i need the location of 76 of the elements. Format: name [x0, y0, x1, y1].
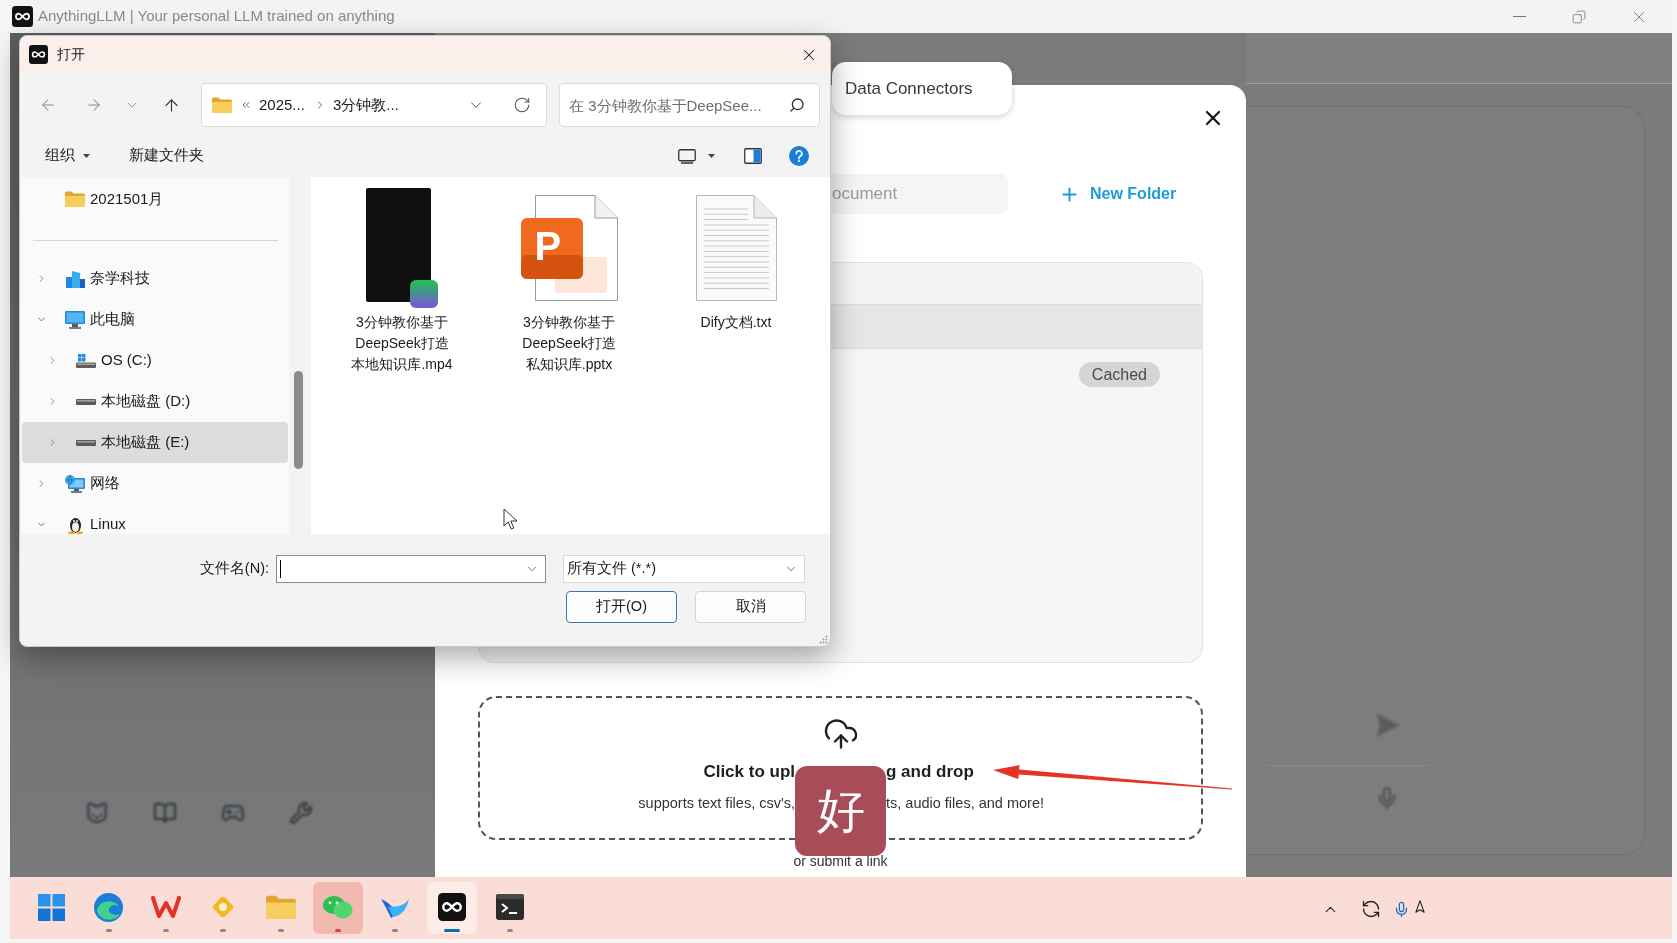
- wrench-icon[interactable]: [289, 801, 313, 825]
- text-file-icon: [695, 195, 777, 301]
- quick-access-item[interactable]: 2021501月: [22, 179, 288, 219]
- cloud-upload-icon: [822, 716, 859, 752]
- search-field[interactable]: ocument: [831, 174, 1008, 214]
- reaction-sticker: 好: [795, 766, 886, 856]
- four-squares-icon: [38, 893, 66, 921]
- upload-hint: ts, audio files, and more!: [886, 794, 1044, 813]
- resize-grip-icon[interactable]: [819, 635, 828, 644]
- terminal-icon: [495, 894, 524, 920]
- infinity-logo-icon: [438, 893, 467, 921]
- drive-icon: [76, 439, 96, 446]
- file-item[interactable]: 3分钟教你基于DeepSeek打造本地知识库.mp4: [332, 189, 472, 375]
- microphone-icon[interactable]: [1393, 900, 1410, 918]
- status-badge: Cached: [1078, 362, 1160, 387]
- network-icon: [65, 474, 85, 493]
- restore-icon: [1572, 9, 1586, 24]
- sync-icon[interactable]: [1361, 899, 1381, 919]
- dialog-button[interactable]: 打开(O): [566, 591, 677, 623]
- app-badge-icon: [410, 280, 438, 308]
- help-icon[interactable]: [789, 146, 809, 166]
- text-caret: [280, 560, 281, 578]
- zigzag-icon: [151, 895, 182, 919]
- breadcrumb[interactable]: 2025...: [259, 93, 305, 117]
- minimize-icon: [1512, 16, 1526, 17]
- dialog-button[interactable]: 取消: [695, 591, 806, 623]
- window-title: AnythingLLM | Your personal LLM trained on anything: [38, 6, 395, 27]
- tree-item[interactable]: 本地磁盘 (D:): [22, 381, 288, 422]
- send-icon[interactable]: [1375, 712, 1401, 738]
- tree-item[interactable]: 网络: [22, 463, 288, 504]
- chat-bubbles-icon: [322, 895, 353, 919]
- file-item[interactable]: Dify文档.txt: [666, 189, 806, 333]
- slides-file-icon: [520, 195, 618, 301]
- tree-item[interactable]: OS (C:): [22, 340, 288, 381]
- building-icon: [65, 269, 85, 288]
- scrollbar-thumb[interactable]: [294, 371, 303, 469]
- refresh-icon[interactable]: [513, 96, 531, 114]
- caret-down-icon[interactable]: [708, 154, 715, 158]
- taskbar-app-button[interactable]: [427, 882, 478, 934]
- book-icon[interactable]: [153, 801, 177, 825]
- breadcrumb[interactable]: 3分钟教...: [332, 93, 399, 117]
- system-drive-icon: [76, 353, 96, 368]
- app-logo-icon: [29, 45, 48, 64]
- double-chevron-icon[interactable]: [240, 99, 252, 111]
- dialog-title: 打开: [57, 45, 85, 64]
- cat-icon[interactable]: [85, 801, 109, 825]
- drive-icon: [76, 398, 96, 405]
- folder-icon: [265, 895, 296, 919]
- view-layout-icon[interactable]: [678, 148, 696, 164]
- address-bar[interactable]: 2025... 3分钟教...: [201, 83, 547, 127]
- back-icon[interactable]: [39, 96, 57, 114]
- command-menu-button[interactable]: 组织: [45, 145, 90, 167]
- tree-item[interactable]: 此电脑: [22, 299, 288, 340]
- command-button[interactable]: 新建文件夹: [129, 145, 204, 167]
- tree-item[interactable]: Linux: [22, 504, 288, 534]
- folder-icon: [65, 191, 85, 207]
- upload-title: Click to upl: [703, 761, 795, 783]
- upload-title: g and drop: [886, 761, 974, 783]
- forward-icon[interactable]: [85, 96, 103, 114]
- file-type-select[interactable]: 所有文件 (*.*): [563, 555, 805, 583]
- file-name-field[interactable]: [276, 555, 546, 583]
- tree-item[interactable]: 奈学科技: [22, 258, 288, 299]
- folder-icon: [212, 97, 232, 113]
- file-name-label: 文件名(N):: [198, 559, 269, 579]
- tab[interactable]: Data Connectors: [832, 62, 1012, 115]
- upload-hint: supports text files, csv's,: [638, 794, 795, 813]
- caret-down-icon: [83, 154, 90, 158]
- monitor-icon: [65, 310, 85, 329]
- file-item[interactable]: P 3分钟教你基于DeepSeek打造私知识库.pptx: [499, 189, 639, 375]
- swirl-icon: [94, 892, 124, 922]
- icon-letter: P: [534, 224, 562, 268]
- search-icon[interactable]: [789, 97, 805, 113]
- search-field[interactable]: 在 3分钟教你基于DeepSee...: [559, 83, 820, 127]
- tree-item[interactable]: 本地磁盘 (E:): [22, 422, 288, 463]
- preview-pane-icon[interactable]: [744, 148, 762, 164]
- mouse-pointer-icon: [503, 508, 518, 530]
